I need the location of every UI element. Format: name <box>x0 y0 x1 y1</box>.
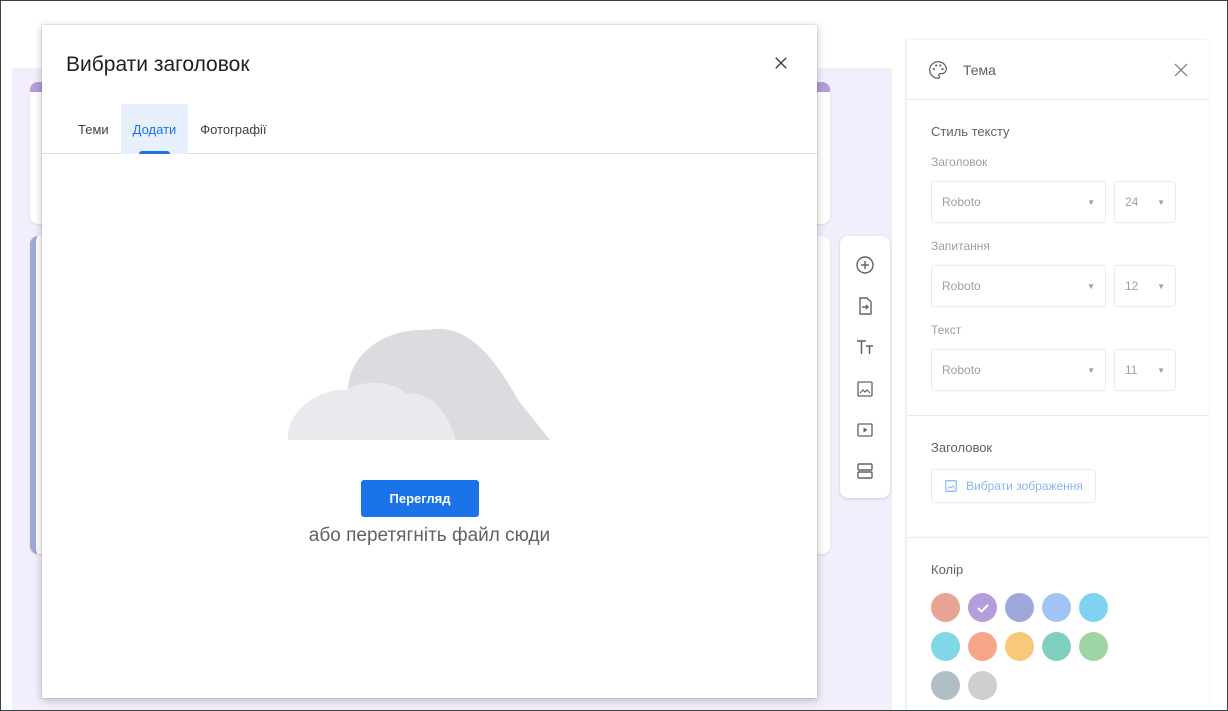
palette-icon <box>929 60 947 79</box>
question-font-select[interactable]: Roboto ▼ <box>931 265 1106 307</box>
import-questions-icon <box>859 297 872 315</box>
text-style-label: Текст <box>931 323 962 337</box>
close-icon[interactable] <box>1171 60 1191 80</box>
add-video-button[interactable] <box>850 415 880 444</box>
color-section: Колір <box>907 562 1209 710</box>
choose-image-button[interactable]: Вибрати зображення <box>931 469 1096 503</box>
drag-drop-hint: або перетягніть файл сюди <box>308 525 551 546</box>
heading-size-select[interactable]: 24 ▼ <box>1114 181 1176 223</box>
dropdown-arrow-icon: ▼ <box>1157 281 1165 291</box>
question-style-label: Запитання <box>931 239 990 253</box>
title-text-icon <box>857 340 873 355</box>
color-swatch[interactable] <box>931 593 960 622</box>
panel-header: Тема <box>907 40 1209 100</box>
dropdown-arrow-icon: ▼ <box>1157 365 1165 375</box>
checkmark-icon <box>976 603 989 613</box>
tab-themes[interactable]: Теми <box>66 104 121 154</box>
dialog-title: Вибрати заголовок <box>66 53 250 76</box>
panel-title: Тема <box>963 61 996 78</box>
text-size-select[interactable]: 11 ▼ <box>1114 349 1176 391</box>
add-question-icon <box>856 255 874 274</box>
text-style-title: Стиль тексту <box>931 124 1010 139</box>
color-swatch[interactable] <box>931 671 960 700</box>
tab-photos[interactable]: Фотографії <box>188 104 278 154</box>
color-swatch[interactable] <box>1042 593 1071 622</box>
add-title-button[interactable] <box>850 333 880 362</box>
color-swatch[interactable] <box>968 593 997 622</box>
header-section: Заголовок Вибрати зображення <box>907 440 1209 503</box>
text-style-section: Стиль тексту Заголовок Roboto ▼ 24 ▼ Запит… <box>907 124 1209 391</box>
color-swatch[interactable] <box>968 632 997 661</box>
color-swatch[interactable] <box>931 632 960 661</box>
close-icon <box>775 57 787 69</box>
panel-divider <box>907 537 1209 538</box>
add-image-button[interactable] <box>850 374 880 403</box>
section-icon <box>857 463 873 479</box>
text-font-select[interactable]: Roboto ▼ <box>931 349 1106 391</box>
browse-button[interactable]: Перегляд <box>361 480 479 517</box>
import-questions-button[interactable] <box>850 291 880 320</box>
theme-panel: Тема Стиль тексту Заголовок Roboto ▼ 24 ▼ … <box>907 40 1209 711</box>
floating-toolbar <box>840 236 890 498</box>
heading-font-select[interactable]: Roboto ▼ <box>931 181 1106 223</box>
dropdown-arrow-icon: ▼ <box>1087 281 1095 291</box>
dropdown-arrow-icon: ▼ <box>1157 197 1165 207</box>
dialog-tabs: Теми Додати Фотографії <box>42 104 817 154</box>
video-icon <box>857 423 873 437</box>
dialog-close-button[interactable] <box>769 51 793 75</box>
color-swatches <box>931 593 1151 710</box>
color-swatch[interactable] <box>968 671 997 700</box>
color-swatch[interactable] <box>1079 632 1108 661</box>
select-header-dialog: Вибрати заголовок Теми Додати Фотографії… <box>42 25 817 698</box>
add-section-button[interactable] <box>850 457 880 486</box>
add-question-button[interactable] <box>850 250 880 279</box>
color-swatch[interactable] <box>1079 593 1108 622</box>
color-section-title: Колір <box>931 562 964 577</box>
image-icon <box>945 480 957 492</box>
heading-style-label: Заголовок <box>931 155 988 169</box>
tab-upload[interactable]: Додати <box>120 104 189 154</box>
header-section-title: Заголовок <box>931 440 993 455</box>
color-swatch[interactable] <box>1042 632 1071 661</box>
color-swatch[interactable] <box>1005 632 1034 661</box>
question-size-select[interactable]: 12 ▼ <box>1114 265 1176 307</box>
dropdown-arrow-icon: ▼ <box>1087 365 1095 375</box>
panel-divider <box>907 415 1209 416</box>
cloud-icon <box>288 328 550 440</box>
color-swatch[interactable] <box>1005 593 1034 622</box>
image-icon <box>857 380 873 397</box>
dropdown-arrow-icon: ▼ <box>1087 197 1095 207</box>
